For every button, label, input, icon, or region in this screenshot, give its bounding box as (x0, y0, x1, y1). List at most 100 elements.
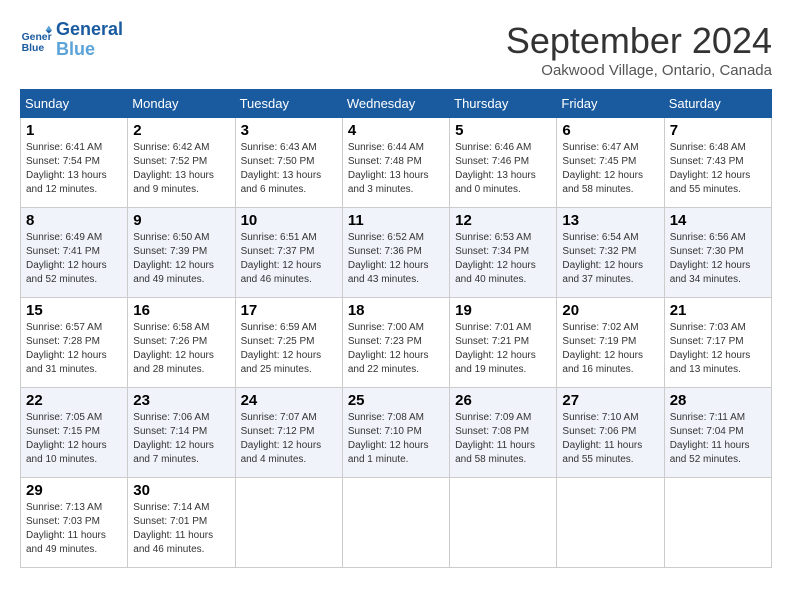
calendar-cell: 8 Sunrise: 6:49 AMSunset: 7:41 PMDayligh… (21, 208, 128, 298)
month-title: September 2024 (506, 20, 772, 62)
day-info: Sunrise: 6:42 AMSunset: 7:52 PMDaylight:… (133, 141, 229, 197)
calendar-cell (342, 478, 449, 568)
day-info: Sunrise: 6:51 AMSunset: 7:37 PMDaylight:… (241, 231, 337, 287)
day-info: Sunrise: 6:52 AMSunset: 7:36 PMDaylight:… (348, 231, 444, 287)
svg-text:General: General (22, 32, 52, 43)
calendar-cell (450, 478, 557, 568)
logo: General Blue General Blue (20, 20, 123, 60)
logo-text: General Blue (56, 20, 123, 60)
day-info: Sunrise: 7:03 AMSunset: 7:17 PMDaylight:… (670, 321, 766, 377)
day-info: Sunrise: 7:07 AMSunset: 7:12 PMDaylight:… (241, 411, 337, 467)
calendar-cell: 25 Sunrise: 7:08 AMSunset: 7:10 PMDaylig… (342, 388, 449, 478)
day-info: Sunrise: 7:06 AMSunset: 7:14 PMDaylight:… (133, 411, 229, 467)
day-number: 20 (562, 302, 658, 319)
day-number: 10 (241, 212, 337, 229)
day-info: Sunrise: 7:10 AMSunset: 7:06 PMDaylight:… (562, 411, 658, 467)
day-number: 1 (26, 122, 122, 139)
day-number: 28 (670, 392, 766, 409)
day-number: 24 (241, 392, 337, 409)
day-info: Sunrise: 6:49 AMSunset: 7:41 PMDaylight:… (26, 231, 122, 287)
day-info: Sunrise: 7:14 AMSunset: 7:01 PMDaylight:… (133, 501, 229, 557)
calendar-cell: 24 Sunrise: 7:07 AMSunset: 7:12 PMDaylig… (235, 388, 342, 478)
day-number: 12 (455, 212, 551, 229)
calendar-cell: 22 Sunrise: 7:05 AMSunset: 7:15 PMDaylig… (21, 388, 128, 478)
day-info: Sunrise: 6:53 AMSunset: 7:34 PMDaylight:… (455, 231, 551, 287)
day-info: Sunrise: 7:05 AMSunset: 7:15 PMDaylight:… (26, 411, 122, 467)
day-info: Sunrise: 6:56 AMSunset: 7:30 PMDaylight:… (670, 231, 766, 287)
day-number: 30 (133, 482, 229, 499)
day-number: 13 (562, 212, 658, 229)
location: Oakwood Village, Ontario, Canada (506, 62, 772, 79)
day-info: Sunrise: 6:59 AMSunset: 7:25 PMDaylight:… (241, 321, 337, 377)
calendar-cell: 12 Sunrise: 6:53 AMSunset: 7:34 PMDaylig… (450, 208, 557, 298)
day-number: 21 (670, 302, 766, 319)
day-number: 14 (670, 212, 766, 229)
week-row-4: 22 Sunrise: 7:05 AMSunset: 7:15 PMDaylig… (21, 388, 772, 478)
calendar-cell: 1 Sunrise: 6:41 AMSunset: 7:54 PMDayligh… (21, 118, 128, 208)
day-info: Sunrise: 6:43 AMSunset: 7:50 PMDaylight:… (241, 141, 337, 197)
calendar-cell (557, 478, 664, 568)
calendar-cell: 15 Sunrise: 6:57 AMSunset: 7:28 PMDaylig… (21, 298, 128, 388)
calendar-cell: 29 Sunrise: 7:13 AMSunset: 7:03 PMDaylig… (21, 478, 128, 568)
day-info: Sunrise: 7:02 AMSunset: 7:19 PMDaylight:… (562, 321, 658, 377)
day-info: Sunrise: 6:46 AMSunset: 7:46 PMDaylight:… (455, 141, 551, 197)
day-number: 3 (241, 122, 337, 139)
calendar-cell: 3 Sunrise: 6:43 AMSunset: 7:50 PMDayligh… (235, 118, 342, 208)
weekday-header-monday: Monday (128, 90, 235, 118)
calendar-cell (235, 478, 342, 568)
day-number: 9 (133, 212, 229, 229)
week-row-1: 1 Sunrise: 6:41 AMSunset: 7:54 PMDayligh… (21, 118, 772, 208)
day-number: 19 (455, 302, 551, 319)
calendar-cell: 2 Sunrise: 6:42 AMSunset: 7:52 PMDayligh… (128, 118, 235, 208)
day-info: Sunrise: 6:57 AMSunset: 7:28 PMDaylight:… (26, 321, 122, 377)
week-row-3: 15 Sunrise: 6:57 AMSunset: 7:28 PMDaylig… (21, 298, 772, 388)
weekday-header-row: SundayMondayTuesdayWednesdayThursdayFrid… (21, 90, 772, 118)
weekday-header-wednesday: Wednesday (342, 90, 449, 118)
logo-icon: General Blue (20, 24, 52, 56)
calendar-cell: 23 Sunrise: 7:06 AMSunset: 7:14 PMDaylig… (128, 388, 235, 478)
title-block: September 2024 Oakwood Village, Ontario,… (506, 20, 772, 79)
calendar-cell: 26 Sunrise: 7:09 AMSunset: 7:08 PMDaylig… (450, 388, 557, 478)
day-number: 17 (241, 302, 337, 319)
calendar-cell: 21 Sunrise: 7:03 AMSunset: 7:17 PMDaylig… (664, 298, 771, 388)
calendar-table: SundayMondayTuesdayWednesdayThursdayFrid… (20, 89, 772, 568)
week-row-5: 29 Sunrise: 7:13 AMSunset: 7:03 PMDaylig… (21, 478, 772, 568)
calendar-cell: 18 Sunrise: 7:00 AMSunset: 7:23 PMDaylig… (342, 298, 449, 388)
calendar-cell: 20 Sunrise: 7:02 AMSunset: 7:19 PMDaylig… (557, 298, 664, 388)
calendar-cell (664, 478, 771, 568)
day-number: 6 (562, 122, 658, 139)
day-info: Sunrise: 7:08 AMSunset: 7:10 PMDaylight:… (348, 411, 444, 467)
day-number: 11 (348, 212, 444, 229)
day-info: Sunrise: 6:44 AMSunset: 7:48 PMDaylight:… (348, 141, 444, 197)
day-info: Sunrise: 7:11 AMSunset: 7:04 PMDaylight:… (670, 411, 766, 467)
weekday-header-sunday: Sunday (21, 90, 128, 118)
day-number: 15 (26, 302, 122, 319)
day-info: Sunrise: 6:54 AMSunset: 7:32 PMDaylight:… (562, 231, 658, 287)
day-number: 8 (26, 212, 122, 229)
day-info: Sunrise: 6:48 AMSunset: 7:43 PMDaylight:… (670, 141, 766, 197)
calendar-cell: 5 Sunrise: 6:46 AMSunset: 7:46 PMDayligh… (450, 118, 557, 208)
day-number: 29 (26, 482, 122, 499)
day-number: 4 (348, 122, 444, 139)
day-number: 5 (455, 122, 551, 139)
day-number: 22 (26, 392, 122, 409)
day-number: 23 (133, 392, 229, 409)
week-row-2: 8 Sunrise: 6:49 AMSunset: 7:41 PMDayligh… (21, 208, 772, 298)
weekday-header-saturday: Saturday (664, 90, 771, 118)
calendar-cell: 9 Sunrise: 6:50 AMSunset: 7:39 PMDayligh… (128, 208, 235, 298)
calendar-cell: 30 Sunrise: 7:14 AMSunset: 7:01 PMDaylig… (128, 478, 235, 568)
calendar-cell: 27 Sunrise: 7:10 AMSunset: 7:06 PMDaylig… (557, 388, 664, 478)
calendar-cell: 19 Sunrise: 7:01 AMSunset: 7:21 PMDaylig… (450, 298, 557, 388)
day-number: 26 (455, 392, 551, 409)
day-info: Sunrise: 7:01 AMSunset: 7:21 PMDaylight:… (455, 321, 551, 377)
calendar-cell: 7 Sunrise: 6:48 AMSunset: 7:43 PMDayligh… (664, 118, 771, 208)
day-info: Sunrise: 6:41 AMSunset: 7:54 PMDaylight:… (26, 141, 122, 197)
calendar-cell: 13 Sunrise: 6:54 AMSunset: 7:32 PMDaylig… (557, 208, 664, 298)
day-info: Sunrise: 7:13 AMSunset: 7:03 PMDaylight:… (26, 501, 122, 557)
calendar-cell: 10 Sunrise: 6:51 AMSunset: 7:37 PMDaylig… (235, 208, 342, 298)
calendar-cell: 14 Sunrise: 6:56 AMSunset: 7:30 PMDaylig… (664, 208, 771, 298)
calendar-cell: 11 Sunrise: 6:52 AMSunset: 7:36 PMDaylig… (342, 208, 449, 298)
day-number: 2 (133, 122, 229, 139)
calendar-cell: 17 Sunrise: 6:59 AMSunset: 7:25 PMDaylig… (235, 298, 342, 388)
svg-text:Blue: Blue (22, 43, 45, 54)
